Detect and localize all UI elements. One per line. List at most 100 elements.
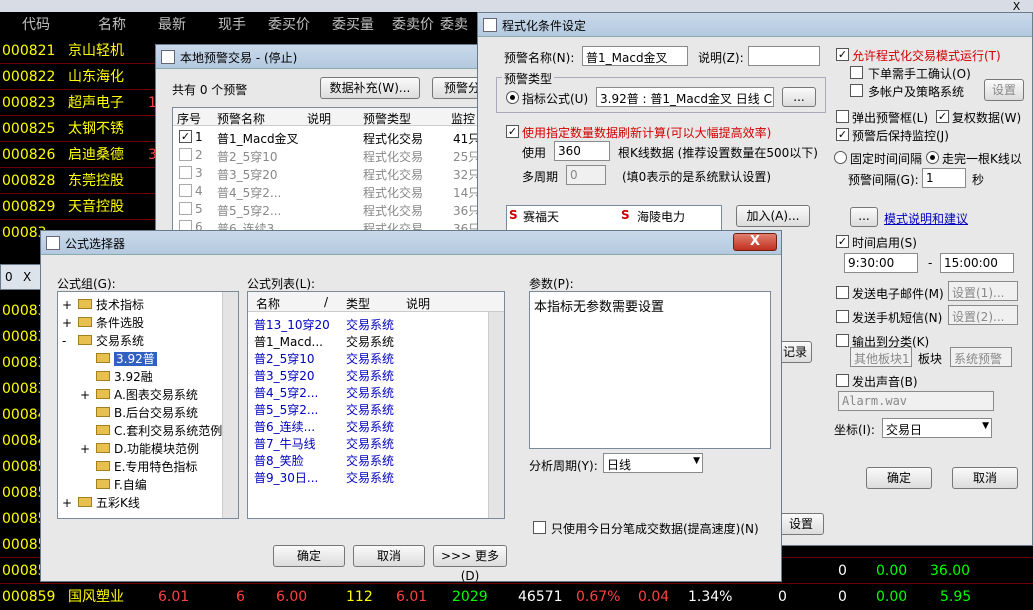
stock-row-last[interactable]: 000859 国风塑业 6.01 6 6.00 112 6.01 2029 46… — [0, 584, 1033, 610]
tree-node[interactable]: E.专用特色指标 — [92, 458, 197, 475]
formula-list-item[interactable]: 普4_5穿2... — [254, 384, 318, 401]
tree-node[interactable]: + 五彩K线 — [62, 494, 140, 511]
alert-row[interactable]: ✓ 1 普1_Macd金叉 程式化交易 41只 — [173, 128, 493, 146]
send-email-checkbox[interactable] — [836, 286, 849, 299]
list-scrollbar[interactable] — [488, 312, 504, 518]
formula-ok-button[interactable]: 确定 — [273, 545, 345, 567]
formula-more-button[interactable]: >>> 更多(D) — [433, 545, 507, 583]
alert-row[interactable]: 5 普5_5穿2... 程式化交易 36只 — [173, 200, 493, 218]
col-desc[interactable]: 说明 — [406, 295, 430, 312]
tree-node[interactable]: + D.功能模块范例 — [80, 440, 199, 457]
coord-select[interactable]: 交易日 — [882, 418, 992, 438]
col-header-code[interactable]: 代码 — [2, 12, 50, 38]
play-sound-checkbox[interactable] — [836, 374, 849, 387]
sms-setup-button[interactable]: 设置(2)... — [948, 305, 1018, 325]
formula-group-tree[interactable]: + 技术指标 + 条件选股 - 交易系统 3.92普 3.92融 + A.图表交易系统 … — [57, 291, 239, 519]
formula-close-icon[interactable]: X — [733, 233, 777, 251]
interval-input[interactable]: 1 — [922, 168, 966, 188]
col-header-now-vol[interactable]: 现手 — [200, 12, 246, 38]
only-today-checkbox[interactable] — [533, 521, 546, 534]
formula-list-item[interactable]: 普9_30日... — [254, 469, 318, 486]
allow-trade-checkbox[interactable]: ✓ — [836, 48, 849, 61]
alert-enable-checkbox[interactable] — [179, 184, 192, 197]
formula-window-titlebar[interactable]: 公式选择器 — [41, 231, 781, 255]
sound-file-input[interactable]: Alarm.wav — [838, 391, 994, 411]
alert-enable-checkbox[interactable] — [179, 166, 192, 179]
formula-list-item[interactable]: 普8_笑脸 — [254, 452, 304, 469]
col-alert-name[interactable]: 预警名称 — [217, 110, 265, 127]
multi-account-checkbox[interactable] — [850, 84, 863, 97]
send-sms-checkbox[interactable] — [836, 310, 849, 323]
use-data-checkbox[interactable]: ✓ — [506, 125, 519, 138]
col-header-bid-vol[interactable]: 委买量 — [320, 12, 374, 38]
output-category-checkbox[interactable] — [836, 334, 849, 347]
col-header-name[interactable]: 名称 — [60, 12, 126, 38]
end-time-input[interactable]: 15:00:00 — [940, 253, 1014, 273]
multi-account-settings-button[interactable]: 设置 — [984, 79, 1024, 101]
add-stock-button[interactable]: 加入(A)... — [736, 205, 810, 227]
keep-monitor-checkbox[interactable]: ✓ — [836, 128, 849, 141]
tree-node[interactable]: 3.92融 — [92, 368, 153, 385]
formula-list-item[interactable]: 普6_连续... — [254, 418, 315, 435]
params-box[interactable]: 本指标无参数需要设置 — [529, 291, 771, 449]
record-button[interactable]: 记录 — [778, 341, 812, 363]
tree-scrollbar[interactable] — [222, 292, 238, 518]
alert-name-input[interactable]: 普1_Macd金叉 — [582, 46, 688, 66]
col-name[interactable]: 名称 — [256, 295, 280, 312]
popup-checkbox[interactable] — [836, 110, 849, 123]
alert-enable-checkbox[interactable]: ✓ — [179, 130, 192, 143]
cond-cancel-button[interactable]: 取消 — [952, 467, 1018, 489]
formula-input[interactable]: 3.92普 : 普1_Macd金叉 日线 C — [596, 87, 774, 107]
fixed-interval-radio[interactable] — [834, 151, 847, 164]
tree-node-selected[interactable]: 3.92普 — [92, 350, 157, 367]
formula-list-item[interactable]: 普2_5穿10 — [254, 350, 315, 367]
tree-node[interactable]: F.自编 — [92, 476, 147, 493]
tree-node[interactable]: - 交易系统 — [62, 332, 144, 349]
tree-node[interactable]: B.后台交易系统 — [92, 404, 198, 421]
desc-input[interactable] — [748, 46, 820, 66]
formula-list-item[interactable]: 普7_牛马线 — [254, 435, 316, 452]
stock-pool-item[interactable]: 海陵电力 — [637, 208, 685, 225]
formula-list-item[interactable]: 普13_10穿20 — [254, 316, 330, 333]
tree-node[interactable]: + A.图表交易系统 — [80, 386, 198, 403]
other-block-input[interactable]: 其他板块1 — [850, 347, 912, 367]
cond-ok-button[interactable]: 确定 — [866, 467, 932, 489]
formula-list-item[interactable]: 普5_5穿2... — [254, 401, 318, 418]
alert-row[interactable]: 3 普3_5穿20 程式化交易 32只 — [173, 164, 493, 182]
formula-list[interactable]: 名称 / 类型 说明 普13_10穿20 交易系统 普1_Macd... 交易系统 … — [247, 291, 505, 519]
tree-node[interactable]: + 条件选股 — [62, 314, 144, 331]
email-setup-button[interactable]: 设置(1)... — [948, 281, 1018, 301]
col-sort[interactable]: / — [324, 295, 328, 309]
alert-row[interactable]: 4 普4_5穿2... 程式化交易 14只 — [173, 182, 493, 200]
review-data-checkbox[interactable]: ✓ — [936, 110, 949, 123]
col-header-ask[interactable]: 委卖价 — [380, 12, 434, 38]
cond-window-titlebar[interactable]: 程式化条件设定 — [478, 13, 1032, 37]
minimized-window-stub[interactable]: 0 X — [0, 264, 44, 290]
start-time-input[interactable]: 9:30:00 — [844, 253, 918, 273]
mode-help-button[interactable]: ... — [850, 207, 878, 227]
col-no[interactable]: 序号 — [177, 110, 201, 127]
col-header-latest[interactable]: 最新 — [140, 12, 186, 38]
system-alert-input[interactable]: 系统预警 — [950, 347, 1012, 367]
stock-pool-list[interactable]: S 赛福天 S 海陵电力 — [506, 205, 722, 233]
formula-cancel-button[interactable]: 取消 — [353, 545, 425, 567]
alert-row[interactable]: 2 普2_5穿10 程式化交易 25只 — [173, 146, 493, 164]
data-supplement-button[interactable]: 数据补充(W)... — [320, 77, 420, 99]
period-select[interactable]: 日线 — [603, 453, 703, 473]
formula-list-item[interactable]: 普1_Macd... — [254, 333, 323, 350]
multi-period-input[interactable]: 0 — [566, 165, 606, 185]
col-header-ask-vol[interactable]: 委卖量 — [440, 12, 480, 38]
col-desc[interactable]: 说明 — [307, 110, 331, 127]
formula-browse-button[interactable]: ... — [782, 87, 816, 107]
tree-node[interactable]: C.套利交易系统范例 — [92, 422, 222, 439]
col-monitor[interactable]: 监控 — [451, 110, 475, 127]
alert-window-titlebar[interactable]: 本地预警交易 - (停止) — [156, 45, 484, 69]
kline-count-input[interactable]: 360 — [554, 141, 610, 161]
col-header-bid[interactable]: 委买价 — [256, 12, 310, 38]
col-type[interactable]: 类型 — [346, 295, 370, 312]
settings-button-partial[interactable]: 设置 — [778, 513, 824, 535]
manual-confirm-checkbox[interactable] — [850, 66, 863, 79]
tree-node[interactable]: + 技术指标 — [62, 296, 144, 313]
col-alert-type[interactable]: 预警类型 — [363, 110, 411, 127]
formula-radio[interactable] — [506, 91, 519, 104]
